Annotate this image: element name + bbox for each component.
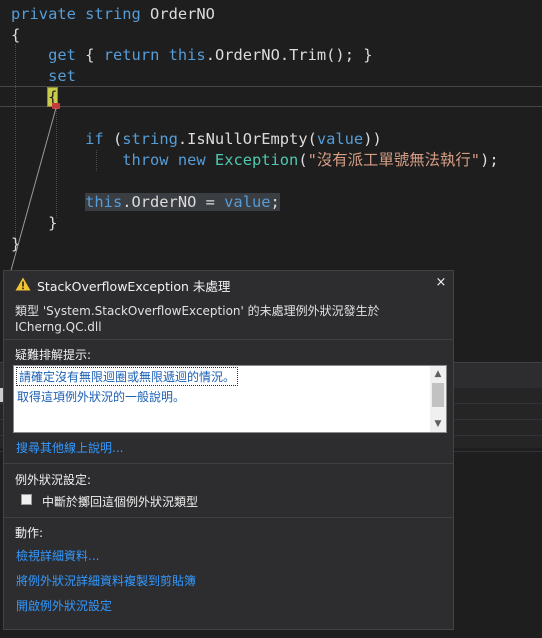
break-on-throw-checkbox[interactable] xyxy=(21,494,32,505)
break-on-throw-label[interactable]: 中斷於擲回這個例外狀況類型 xyxy=(42,493,198,510)
divider xyxy=(4,517,453,518)
open-exception-settings-link[interactable]: 開啟例外狀況設定 xyxy=(16,597,112,614)
tips-scrollbar[interactable]: ▲ ▼ xyxy=(430,366,446,432)
tips-header: 疑難排解提示: xyxy=(15,348,92,362)
actions-header: 動作: xyxy=(15,526,44,540)
warning-triangle-icon xyxy=(15,277,31,291)
popup-header: StackOverflowException 未處理 × xyxy=(4,271,453,297)
exception-description: 類型 'System.StackOverflowException' 的未處理例… xyxy=(15,304,380,334)
copy-details-link[interactable]: 將例外狀況詳細資料複製到剪貼簿 xyxy=(16,572,196,589)
exception-settings-header: 例外狀況設定: xyxy=(15,473,92,487)
chevron-up-icon[interactable]: ▲ xyxy=(430,366,446,382)
divider xyxy=(4,339,453,340)
popup-title: StackOverflowException 未處理 xyxy=(37,279,231,294)
tip-item[interactable]: 取得這項例外狀況的一般說明。 xyxy=(17,388,185,405)
troubleshooting-tips-list[interactable]: 請確定沒有無限迴圈或無限遞迴的情況。 取得這項例外狀況的一般說明。 ▲ ▼ xyxy=(13,365,447,433)
chevron-down-icon[interactable]: ▼ xyxy=(430,416,446,432)
tip-item[interactable]: 請確定沒有無限迴圈或無限遞迴的情況。 xyxy=(15,367,239,386)
close-icon[interactable]: × xyxy=(433,275,449,291)
search-online-help-link[interactable]: 搜尋其他線上說明... xyxy=(16,439,123,456)
divider xyxy=(4,463,453,464)
view-detail-link[interactable]: 檢視詳細資料... xyxy=(16,547,99,564)
exception-helper-popup: StackOverflowException 未處理 × 類型 'System.… xyxy=(3,270,454,630)
scrollbar-thumb[interactable] xyxy=(432,383,444,407)
